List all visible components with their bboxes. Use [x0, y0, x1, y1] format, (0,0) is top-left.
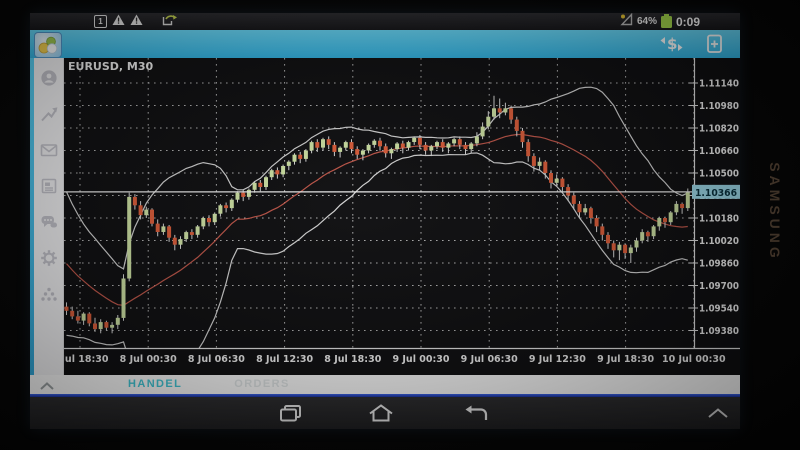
screenshot-icon: [162, 13, 178, 31]
sidebar-item-quotes[interactable]: [39, 68, 59, 88]
svg-text:1.10020: 1.10020: [699, 236, 739, 247]
svg-text:7 Jul 18:30: 7 Jul 18:30: [64, 354, 109, 365]
back-button[interactable]: [462, 404, 490, 422]
svg-text:9 Jul 00:30: 9 Jul 00:30: [392, 354, 449, 365]
svg-text:1.10500: 1.10500: [699, 169, 739, 180]
collapse-chevron-icon[interactable]: [38, 379, 56, 391]
svg-text:1.09700: 1.09700: [699, 281, 739, 292]
community-icon: [40, 287, 57, 301]
svg-text:1.10366: 1.10366: [695, 188, 737, 199]
clock: 0:09: [675, 14, 700, 29]
svg-text:1.10980: 1.10980: [699, 101, 739, 112]
svg-text:1.10820: 1.10820: [699, 124, 739, 135]
signal-warning-icon: [620, 12, 633, 31]
svg-text:8 Jul 00:30: 8 Jul 00:30: [120, 354, 177, 365]
main-content: 1.11140 1.10980 1.10820 1.10660 1.10500 1.103…: [30, 58, 740, 375]
trade-arrow-icon: [40, 107, 57, 122]
svg-text:10 Jul 00:30: 10 Jul 00:30: [662, 354, 726, 365]
warning-icon: [112, 13, 125, 31]
recent-apps-button[interactable]: [277, 404, 305, 422]
svg-text:1.10180: 1.10180: [699, 214, 739, 225]
notification-count-badge[interactable]: 1: [94, 15, 107, 28]
sidebar-item-mailbox[interactable]: [39, 140, 59, 160]
chart-area: 1.11140 1.10980 1.10820 1.10660 1.10500 1.103…: [51, 58, 740, 375]
svg-text:9 Jul 18:30: 9 Jul 18:30: [597, 354, 654, 365]
chat-icon: [41, 216, 57, 228]
svg-text:EURUSD, M30: EURUSD, M30: [68, 60, 154, 73]
svg-text:$: $: [667, 35, 677, 53]
tab-orders[interactable]: ORDERS: [234, 375, 289, 394]
sidebar-item-community[interactable]: [39, 284, 59, 304]
tab-handel[interactable]: HANDEL: [128, 375, 182, 394]
user-icon: [40, 70, 57, 86]
app-title-bar: $: [30, 30, 740, 58]
sidebar-item-settings[interactable]: [39, 248, 59, 268]
svg-text:1.11140: 1.11140: [699, 79, 739, 90]
tablet-screen: 1 64% 0:09 $ 1.11140 1.10980 1.10820 1.1…: [30, 12, 740, 429]
svg-text:8 Jul 12:30: 8 Jul 12:30: [256, 354, 313, 365]
warning-icon: [130, 13, 143, 31]
quick-trade-icon[interactable]: $: [658, 33, 688, 60]
gear-icon: [40, 250, 57, 266]
battery-icon: [660, 13, 672, 28]
sidebar-item-messages[interactable]: [39, 212, 59, 232]
svg-text:1.09380: 1.09380: [699, 326, 739, 337]
mail-icon: [40, 144, 57, 157]
home-button[interactable]: [367, 404, 395, 422]
price-chart[interactable]: 1.11140 1.10980 1.10820 1.10660 1.10500 1.103…: [51, 58, 740, 375]
battery-percent: 64%: [636, 16, 657, 27]
svg-text:9 Jul 12:30: 9 Jul 12:30: [529, 354, 586, 365]
status-bar: 1 64% 0:09: [30, 12, 740, 31]
svg-text:8 Jul 06:30: 8 Jul 06:30: [188, 354, 245, 365]
sidebar-item-trade[interactable]: [39, 104, 59, 124]
metatrader-app-icon[interactable]: [34, 32, 62, 58]
svg-text:9 Jul 06:30: 9 Jul 06:30: [461, 354, 518, 365]
bottom-tab-bar: HANDEL ORDERS: [30, 375, 740, 394]
new-order-icon[interactable]: [706, 34, 724, 59]
svg-text:1.09860: 1.09860: [699, 259, 739, 270]
expand-chevron-icon[interactable]: [704, 406, 732, 424]
sidebar: [34, 58, 64, 375]
brand-label: SAMSUNG: [767, 162, 783, 262]
android-nav-bar: [30, 397, 740, 429]
sidebar-item-news[interactable]: [39, 176, 59, 196]
svg-text:1.10660: 1.10660: [699, 146, 739, 157]
svg-text:1.09540: 1.09540: [699, 304, 739, 315]
svg-text:8 Jul 18:30: 8 Jul 18:30: [324, 354, 381, 365]
news-icon: [41, 178, 56, 194]
